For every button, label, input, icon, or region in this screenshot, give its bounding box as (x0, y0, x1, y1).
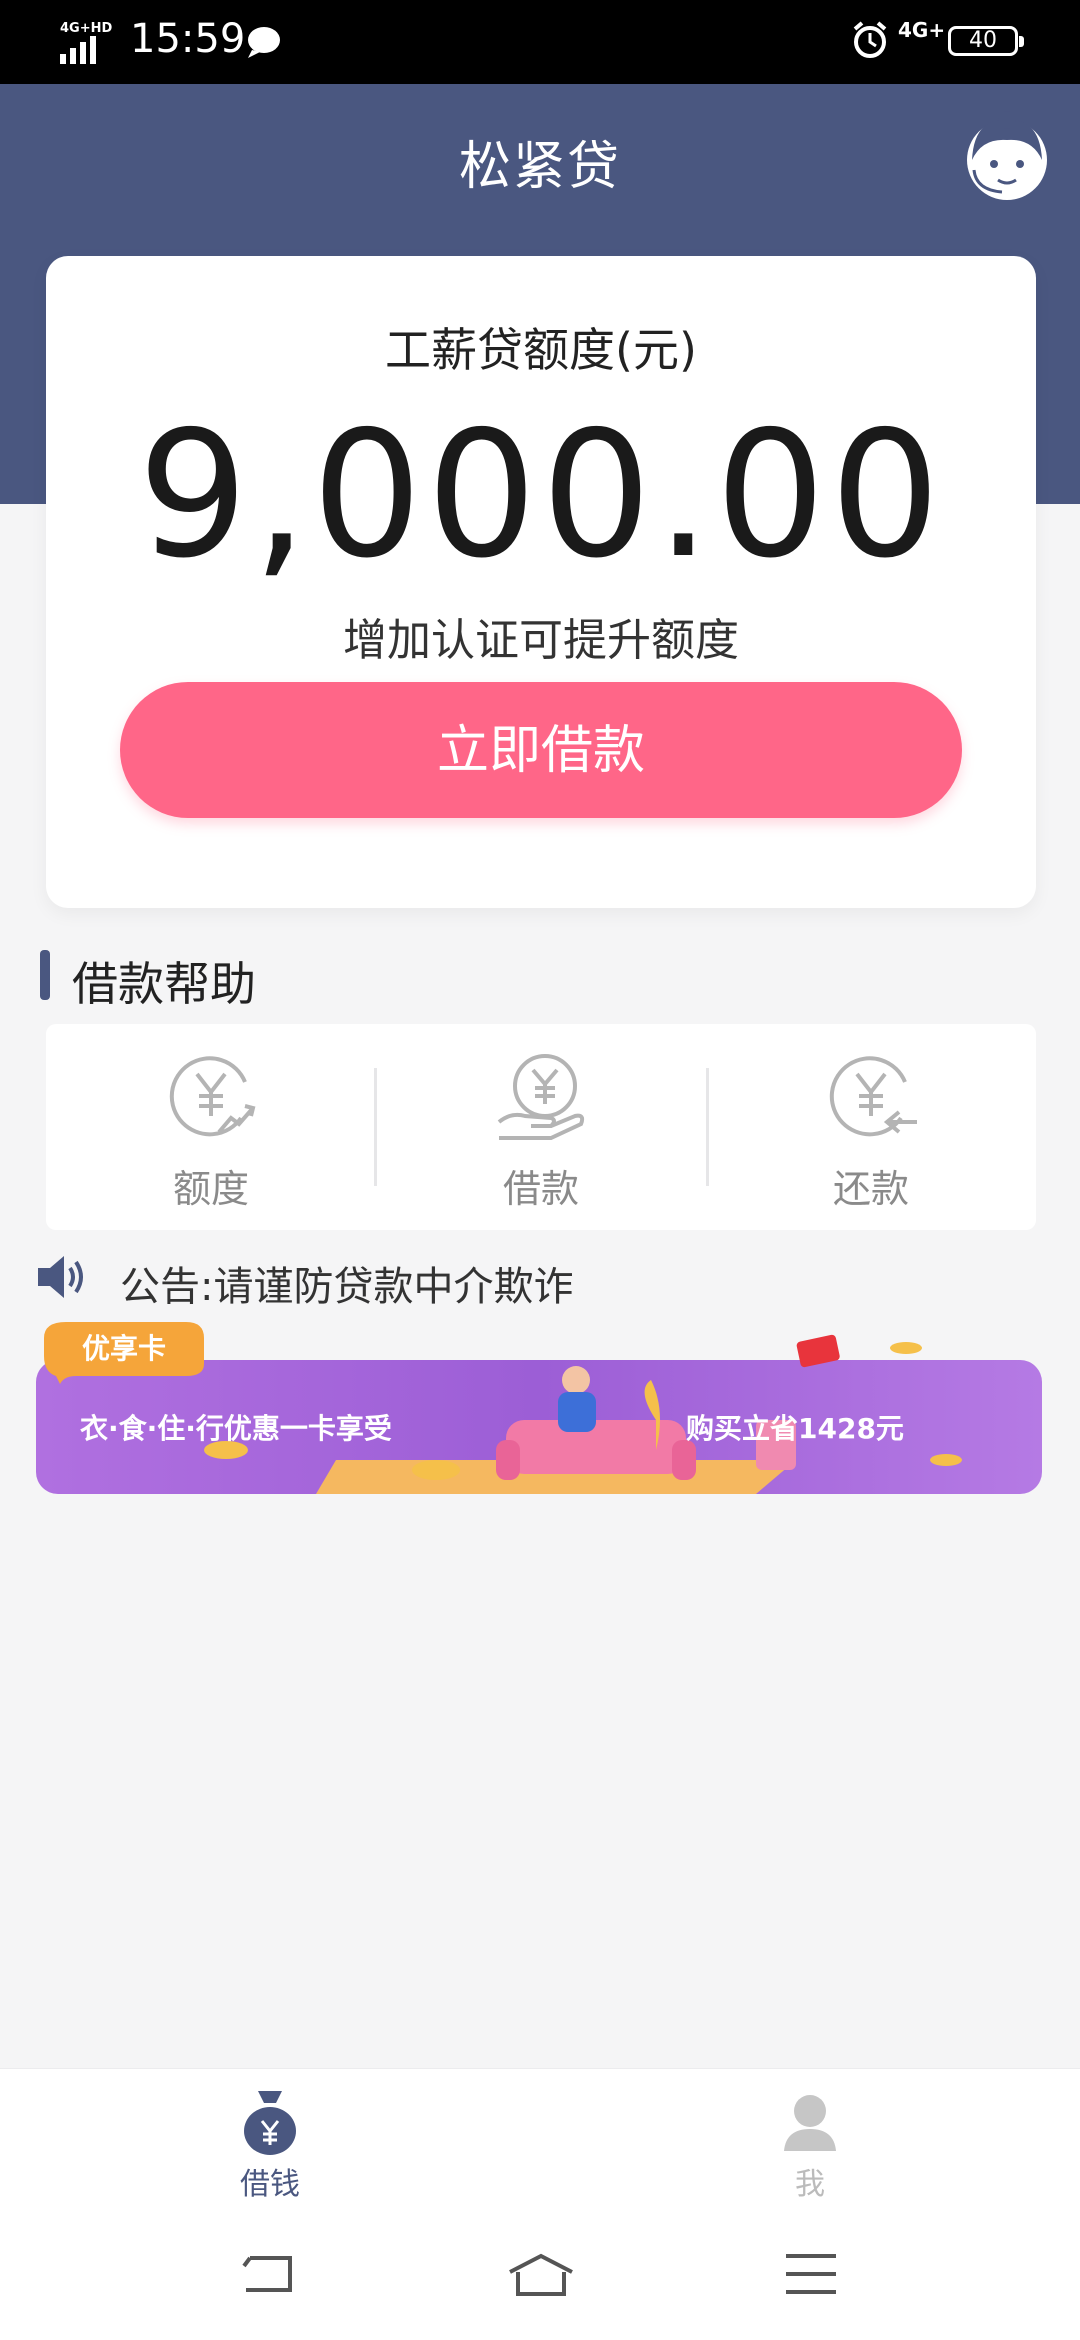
yen-growth-icon (169, 1056, 256, 1137)
credit-limit-hint: 增加认证可提升额度 (343, 615, 739, 666)
nav-item-borrow[interactable]: 借钱 (170, 2069, 370, 2209)
credit-limit-amount: 9,000.00 (137, 394, 945, 597)
nav-item-me[interactable]: 我 (710, 2069, 910, 2209)
borrow-now-button[interactable]: 立即借款 (120, 682, 962, 818)
status-bar: 4G+HD 15:59 4G+ 40 (0, 0, 1080, 84)
section-accent-bar (40, 950, 50, 1000)
help-item-credit-limit[interactable]: 额度 (46, 1024, 376, 1230)
chat-notification-icon (248, 27, 280, 58)
system-navigation-bar (0, 2208, 1080, 2340)
bottom-navigation: 借钱 我 (0, 2068, 1080, 2209)
help-item-borrow[interactable]: 借款 (376, 1024, 706, 1230)
back-icon[interactable] (240, 2252, 296, 2296)
yen-hand-icon (497, 1054, 585, 1140)
promo-banner[interactable]: 优享卡 衣·食·住·行优惠一卡享受 购买立省1428元 (36, 1320, 1042, 1504)
signal-icon: 4G+HD (60, 21, 112, 64)
banner-right-text: 购买立省1428元 (686, 1412, 904, 1445)
nav-label-me: 我 (795, 2167, 825, 2202)
help-item-label: 借款 (502, 1167, 579, 1211)
network-type-label: 4G+ (898, 18, 946, 42)
help-section-title: 借款帮助 (72, 957, 256, 1011)
alarm-icon (853, 21, 887, 58)
page-title: 松紧贷 (458, 137, 621, 197)
banner-badge: 优享卡 (82, 1332, 166, 1365)
battery-icon: 40 (948, 26, 1024, 56)
money-bag-icon (244, 2091, 296, 2155)
credit-limit-label: 工薪贷额度(元) (385, 323, 697, 377)
help-item-label: 额度 (172, 1167, 249, 1211)
credit-limit-card: 工薪贷额度(元) 9,000.00 增加认证可提升额度 立即借款 (46, 256, 1036, 908)
user-icon (784, 2095, 836, 2151)
status-time: 15:59 (130, 16, 246, 62)
yen-return-icon (829, 1056, 917, 1137)
banner-left-text: 衣·食·住·行优惠一卡享受 (80, 1412, 392, 1445)
menu-icon[interactable] (784, 2252, 838, 2296)
svg-text:4G+HD: 4G+HD (60, 21, 112, 36)
speaker-icon (38, 1256, 83, 1298)
help-item-label: 还款 (832, 1167, 909, 1211)
home-icon[interactable] (506, 2252, 576, 2298)
nav-label-borrow: 借钱 (240, 2167, 300, 2202)
notice-text: 公告:请谨防贷款中介欺诈 (120, 1264, 574, 1310)
customer-service-icon[interactable] (962, 110, 1052, 210)
help-panel: 额度 借款 还款 (46, 1024, 1036, 1230)
help-item-repay[interactable]: 还款 (706, 1024, 1036, 1230)
